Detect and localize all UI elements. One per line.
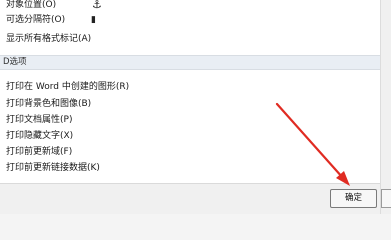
arrow-shaft xyxy=(275,102,345,180)
red-arrow-annotation xyxy=(275,102,350,186)
